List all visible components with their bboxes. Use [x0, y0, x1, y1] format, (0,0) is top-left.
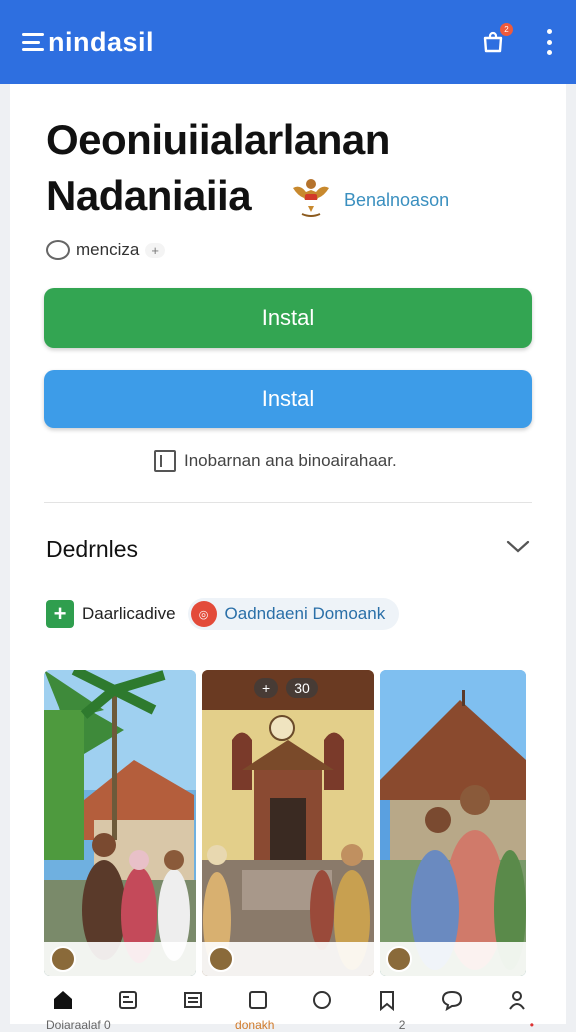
- garuda-emblem-icon: [293, 179, 329, 217]
- install-button-secondary[interactable]: Instal: [44, 370, 532, 428]
- info-text: Inobarnan ana binoairahaar.: [184, 451, 397, 470]
- apps-icon[interactable]: [117, 989, 139, 1011]
- circle-icon[interactable]: [311, 989, 333, 1011]
- divider: [44, 502, 532, 503]
- rating-text: menciza: [76, 240, 140, 259]
- developer-link[interactable]: Benalnoason: [344, 190, 449, 211]
- home-icon[interactable]: [52, 989, 74, 1011]
- publisher-chip[interactable]: ◎ Oadndaeni Domoank: [187, 598, 400, 630]
- screenshot-1-bar: [44, 942, 196, 976]
- avatar: [208, 946, 234, 972]
- info-card-icon: [154, 450, 176, 472]
- chat-icon[interactable]: [441, 989, 463, 1011]
- more-options-icon[interactable]: [544, 29, 554, 55]
- screenshot-1-image: [44, 670, 196, 976]
- square-icon[interactable]: [247, 989, 269, 1011]
- app-details-sheet: Oeoniuiialarlanan Nadaniaiia Benalnoason…: [10, 84, 566, 1032]
- app-title-line1: Oeoniuiialarlanan: [46, 116, 390, 163]
- brand-name: nindasil: [48, 26, 155, 57]
- install-button-primary[interactable]: Instal: [44, 288, 532, 348]
- bottom-label-2: donakh: [235, 1018, 275, 1032]
- notification-badge: 2: [500, 23, 513, 36]
- screenshot-overlay-controls: + 30: [254, 678, 318, 698]
- rating-extra: +: [145, 242, 165, 258]
- screenshot-3-bar: [380, 942, 526, 976]
- add-icon[interactable]: +: [46, 600, 74, 628]
- profile-icon[interactable]: [506, 989, 528, 1011]
- screenshot-2[interactable]: + 30: [202, 670, 374, 976]
- screenshot-2-bar: [202, 942, 374, 976]
- bottom-label-1: Doiaraalaf 0: [46, 1018, 111, 1032]
- list-icon[interactable]: [182, 989, 204, 1011]
- brand-logo[interactable]: nindasil: [22, 27, 154, 58]
- chevron-down-icon[interactable]: [506, 540, 530, 554]
- bottom-label-4: •: [529, 1018, 534, 1032]
- publisher-logo-icon: ◎: [190, 601, 217, 627]
- overlay-count: 30: [286, 678, 318, 698]
- screenshot-carousel[interactable]: + 30: [44, 670, 536, 976]
- bottom-label-3: 2: [398, 1018, 406, 1032]
- rating-icon: [46, 240, 70, 260]
- avatar: [50, 946, 76, 972]
- menu-logo-icon: [22, 33, 44, 51]
- screenshot-3[interactable]: [380, 670, 526, 976]
- category-chips: + Daarlicadive ◎ Oadndaeni Domoank: [46, 598, 400, 630]
- bottom-nav: [44, 976, 536, 1024]
- info-row: Inobarnan ana binoairahaar.: [154, 450, 397, 472]
- bookmark-icon[interactable]: [376, 989, 398, 1011]
- rating-row: menciza +: [46, 240, 165, 260]
- screenshot-2-image: [202, 670, 374, 976]
- bottom-nav-labels: Doiaraalaf 0 donakh 2 •: [46, 1018, 534, 1032]
- notifications-button[interactable]: 2: [480, 23, 513, 55]
- overlay-plus-button[interactable]: +: [254, 678, 279, 698]
- screenshot-3-image: [380, 670, 526, 976]
- avatar: [386, 946, 412, 972]
- app-bar: nindasil 2: [0, 0, 576, 84]
- chip-label[interactable]: Daarlicadive: [82, 604, 176, 624]
- screenshot-1[interactable]: [44, 670, 196, 976]
- publisher-chip-label: Oadndaeni Domoank: [224, 604, 386, 623]
- section-title: Dedrnles: [46, 536, 139, 562]
